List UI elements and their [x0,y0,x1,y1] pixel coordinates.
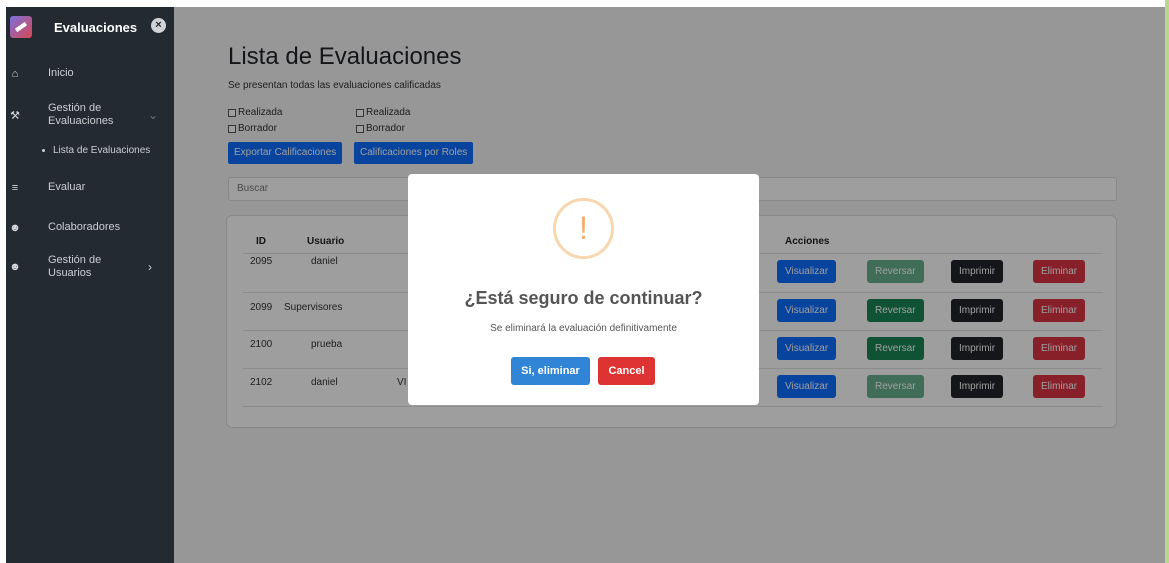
sidebar: Evaluaciones × ⌂ Inicio ⚒ Gestión de Eva… [6,7,174,563]
sidebar-item-label: Gestión de Evaluaciones [48,102,114,127]
cancel-button[interactable]: Cancel [598,357,655,385]
sidebar-item-inicio[interactable]: ⌂ Inicio [6,67,174,80]
sidebar-subitem-lista-evaluaciones[interactable]: Lista de Evaluaciones [42,145,150,156]
home-icon: ⌂ [11,67,19,80]
dialog-message: Se eliminará la evaluación definitivamen… [490,323,677,334]
sidebar-subitem-label: Lista de Evaluaciones [53,145,151,156]
sidebar-close-button[interactable]: × [151,18,166,33]
list-check-icon: ≡ [11,181,19,194]
chevron-right-icon: › [148,260,152,274]
sidebar-item-label: Gestión de Usuarios [48,254,102,279]
bullet-icon [42,148,45,152]
wrench-icon: ⚒ [10,109,20,122]
sidebar-header: Evaluaciones [6,7,174,47]
warning-mark: ! [579,210,588,246]
confirm-dialog: ! ¿Está seguro de continuar? Se eliminar… [408,174,759,405]
chevron-down-icon: ⌄ [148,108,159,122]
dialog-title: ¿Está seguro de continuar? [464,288,703,308]
user-group-icon: ☻ [9,261,21,273]
warning-icon: ! [553,198,614,259]
page-edge [1165,0,1169,563]
sidebar-item-label: Colaboradores [48,221,121,233]
app-logo [10,16,32,38]
users-icon: ☻ [9,221,21,234]
sidebar-item-gestion-usuarios[interactable]: ☻ Gestión de Usuarios › [6,254,174,280]
sidebar-item-gestion-evaluaciones[interactable]: ⚒ Gestión de Evaluaciones ⌄ [6,102,174,128]
sidebar-item-colaboradores[interactable]: ☻ Colaboradores [6,221,174,234]
sidebar-item-label: Evaluar [48,181,86,193]
confirm-delete-button[interactable]: Si, eliminar [511,357,590,385]
sidebar-item-label: Inicio [48,67,74,79]
sidebar-title: Evaluaciones [54,19,138,35]
sidebar-item-evaluar[interactable]: ≡ Evaluar [6,181,174,194]
